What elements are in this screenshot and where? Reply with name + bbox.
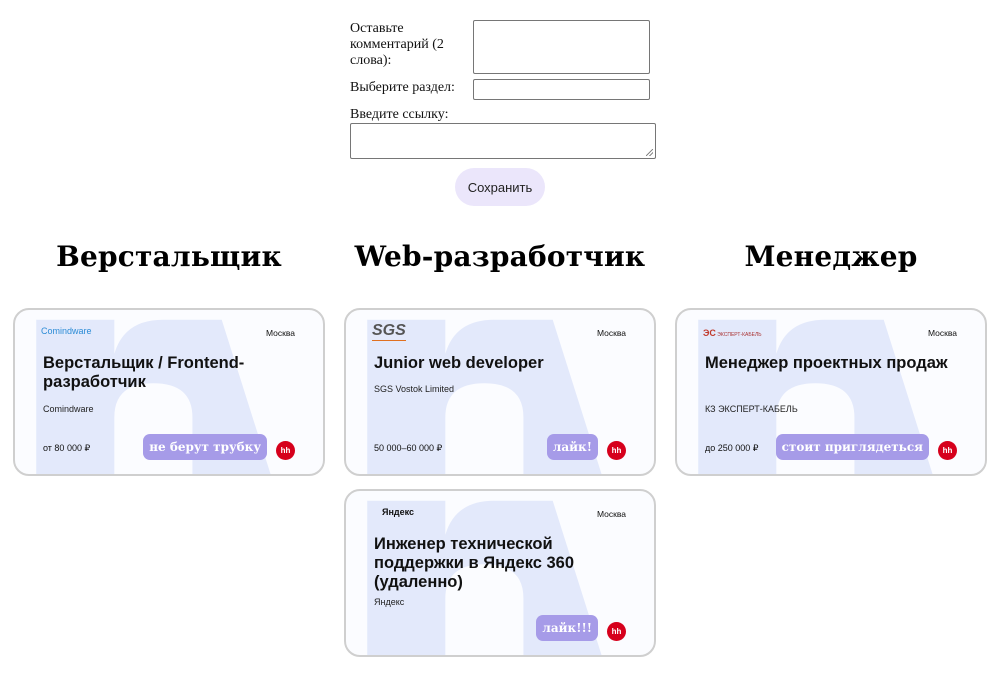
- company-name: Comindware: [43, 404, 94, 414]
- comment-label: Оставьте комментарий (2 слова):: [350, 21, 444, 68]
- salary-label: до 250 000 ₽: [705, 443, 759, 453]
- company-name: КЗ ЭКСПЕРТ-КАБЕЛЬ: [705, 404, 798, 414]
- salary-label: 50 000–60 000 ₽: [374, 443, 443, 453]
- column-title-web: Web-разработчик: [354, 240, 646, 273]
- vacancy-card[interactable]: Яндекс Москва Инженер технической поддер…: [344, 489, 656, 657]
- vacancy-card[interactable]: SGS Москва Junior web developer SGS Vost…: [344, 308, 656, 476]
- city-label: Москва: [927, 328, 957, 338]
- vacancy-title[interactable]: Менеджер проектных продаж: [705, 354, 955, 373]
- hh-logo-icon: hh: [607, 441, 626, 460]
- link-textarea[interactable]: [350, 123, 656, 159]
- vacancy-card[interactable]: ЭС ЭКСПЕРТ-КАБЕЛЬ Москва Менеджер проект…: [675, 308, 987, 476]
- hh-logo-icon: hh: [276, 441, 295, 460]
- vacancy-card[interactable]: Comindware Москва Верстальщик / Frontend…: [13, 308, 325, 476]
- note-badge: лайк!: [546, 434, 598, 460]
- link-label: Введите ссылку:: [350, 107, 449, 122]
- company-logo: ЭС ЭКСПЕРТ-КАБЕЛЬ: [703, 328, 762, 338]
- company-logo: SGS: [372, 322, 406, 341]
- note-badge: лайк!!!: [536, 615, 598, 641]
- company-name: Яндекс: [374, 597, 405, 607]
- section-input[interactable]: [473, 79, 650, 100]
- column-title-manager: Менеджер: [744, 240, 918, 273]
- hh-logo-icon: hh: [938, 441, 957, 460]
- company-logo: Comindware: [41, 326, 92, 336]
- note-badge: стоит приглядеться: [775, 434, 929, 460]
- note-badge: не берут трубку: [143, 434, 267, 460]
- city-label: Москва: [596, 328, 626, 338]
- vacancy-title[interactable]: Верстальщик / Frontend-разработчик: [43, 354, 293, 392]
- column-title-layout: Верстальщик: [56, 240, 282, 273]
- city-label: Москва: [265, 328, 295, 338]
- comment-textarea[interactable]: [473, 20, 650, 74]
- vacancy-title[interactable]: Инженер технической поддержки в Яндекс 3…: [374, 535, 624, 592]
- company-name: SGS Vostok Limited: [374, 384, 455, 394]
- hh-logo-icon: hh: [607, 622, 626, 641]
- city-label: Москва: [596, 509, 626, 519]
- section-label: Выберите раздел:: [350, 80, 455, 95]
- salary-label: от 80 000 ₽: [43, 443, 91, 453]
- save-button[interactable]: Сохранить: [455, 168, 545, 206]
- vacancy-title[interactable]: Junior web developer: [374, 354, 624, 373]
- resize-grip-icon[interactable]: [646, 149, 653, 156]
- company-logo: Яндекс: [382, 507, 415, 517]
